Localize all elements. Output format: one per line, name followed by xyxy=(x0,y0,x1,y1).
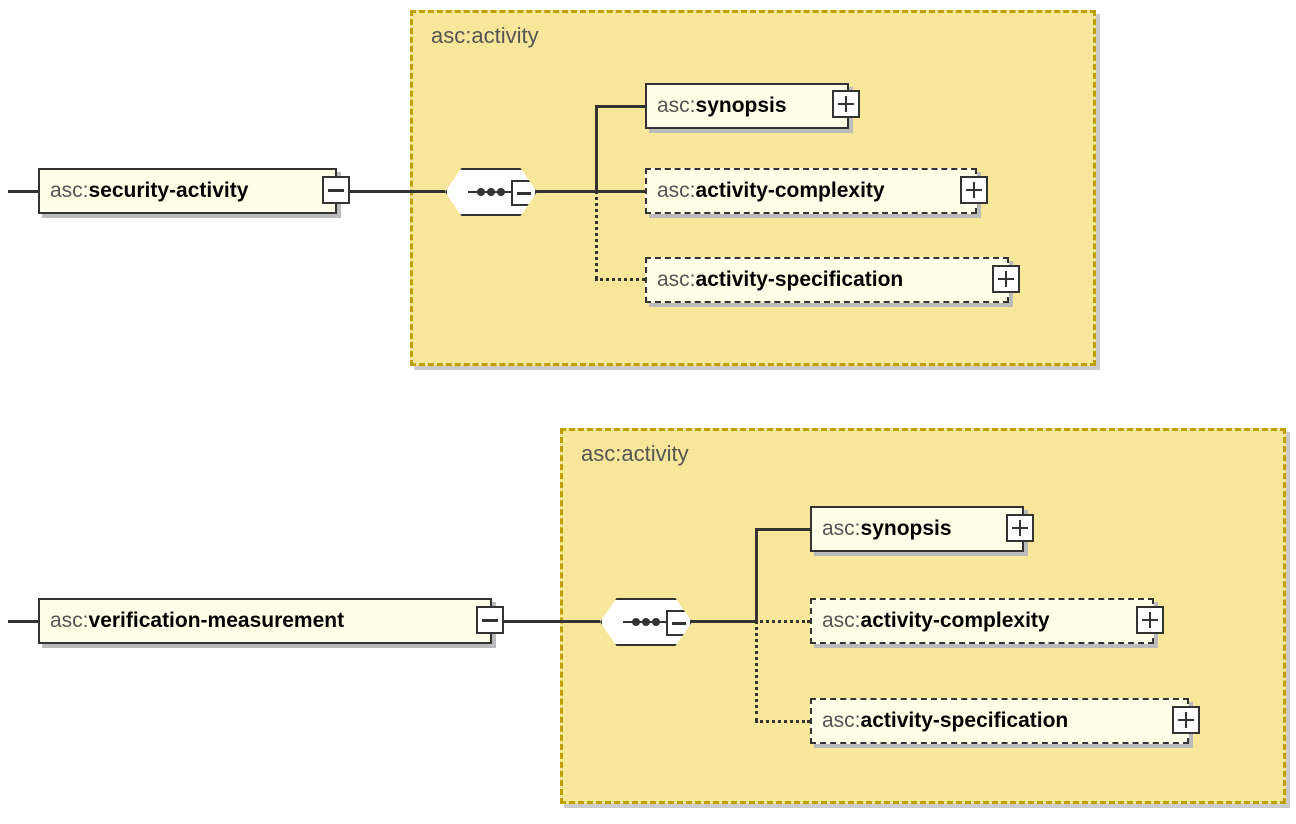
collapse-root-2[interactable] xyxy=(476,606,504,634)
plus-icon xyxy=(1012,520,1028,536)
child-activity-complexity-2[interactable]: asc: activity-complexity xyxy=(810,598,1154,644)
child-activity-specification-1[interactable]: asc: activity-specification xyxy=(645,257,1009,303)
connector xyxy=(350,190,445,193)
connector xyxy=(595,190,598,280)
connector xyxy=(535,190,595,193)
child-synopsis-2[interactable]: asc: synopsis xyxy=(810,506,1024,552)
child-synopsis-1[interactable]: asc: synopsis xyxy=(645,83,849,129)
expand-activity-complexity-2[interactable] xyxy=(1136,606,1164,634)
root-security-activity[interactable]: asc: security-activity xyxy=(38,168,337,214)
connector xyxy=(8,190,38,193)
expand-synopsis-1[interactable] xyxy=(832,90,860,118)
sequence-dots-icon xyxy=(466,182,516,202)
connector xyxy=(690,620,755,623)
group-label-1: asc:activity xyxy=(431,23,539,49)
group-label-2: asc:activity xyxy=(581,441,689,467)
connector xyxy=(595,105,598,193)
plus-icon xyxy=(1178,712,1194,728)
connector xyxy=(504,620,600,623)
plus-icon xyxy=(998,271,1014,287)
sequence-2 xyxy=(600,598,692,646)
expand-activity-specification-2[interactable] xyxy=(1172,706,1200,734)
root-verification-measurement[interactable]: asc: verification-measurement xyxy=(38,598,492,644)
connector xyxy=(755,620,810,623)
collapse-root-1[interactable] xyxy=(322,176,350,204)
connector xyxy=(755,528,758,623)
expand-synopsis-2[interactable] xyxy=(1006,514,1034,542)
connector xyxy=(8,620,38,623)
sequence-dots-icon xyxy=(621,612,671,632)
plus-icon xyxy=(1142,612,1158,628)
connector xyxy=(755,720,810,723)
connector xyxy=(595,278,645,281)
expand-activity-specification-1[interactable] xyxy=(992,265,1020,293)
connector xyxy=(755,620,758,722)
plus-icon xyxy=(838,96,854,112)
sequence-1 xyxy=(445,168,537,216)
child-activity-complexity-1[interactable]: asc: activity-complexity xyxy=(645,168,977,214)
connector xyxy=(755,528,810,531)
plus-icon xyxy=(966,182,982,198)
expand-activity-complexity-1[interactable] xyxy=(960,176,988,204)
connector xyxy=(595,190,645,193)
connector xyxy=(595,105,645,108)
child-activity-specification-2[interactable]: asc: activity-specification xyxy=(810,698,1189,744)
